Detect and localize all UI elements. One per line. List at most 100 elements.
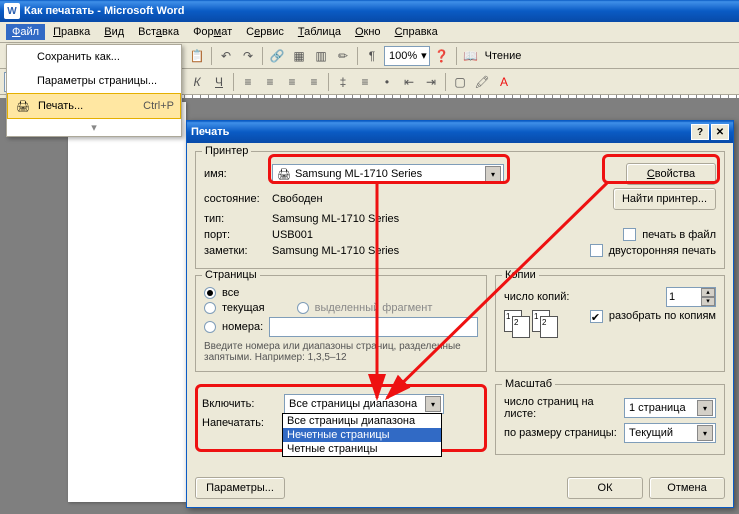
status-label: состояние:: [204, 193, 266, 205]
name-label: имя:: [204, 168, 266, 180]
pages-group: Страницы все текущая выделенный фрагмент…: [195, 275, 487, 372]
show-marks-icon[interactable]: ¶: [362, 46, 382, 66]
printer-group: Принтер имя: 🖨 Samsung ML-1710 Series ▾ …: [195, 151, 725, 269]
pages-numbers-radio[interactable]: [204, 321, 216, 333]
help-icon[interactable]: ❓: [432, 46, 452, 66]
pages-selection-radio[interactable]: [297, 302, 309, 314]
list-bullet-icon[interactable]: •: [377, 72, 397, 92]
columns-icon[interactable]: ▥: [311, 46, 331, 66]
copies-count-input[interactable]: [667, 291, 699, 303]
scale-group: Масштаб число страниц на листе: 1 страни…: [495, 384, 725, 455]
pages-per-sheet-dropdown[interactable]: 1 страница ▾: [624, 398, 716, 418]
duplex-checkbox[interactable]: [590, 244, 603, 257]
copies-count-spin[interactable]: ▴▾: [666, 287, 716, 307]
justify-icon[interactable]: ≡: [304, 72, 324, 92]
italic-icon[interactable]: К: [187, 72, 207, 92]
reading-label[interactable]: Чтение: [485, 50, 522, 62]
include-opt-odd[interactable]: Нечетные страницы: [283, 428, 441, 442]
pages-all-radio[interactable]: [204, 287, 216, 299]
zoom-combo[interactable]: 100%▾: [384, 46, 430, 66]
menu-edit[interactable]: Правка: [47, 24, 96, 40]
include-opt-all[interactable]: Все страницы диапазона: [283, 414, 441, 428]
print-to-file-checkbox[interactable]: [623, 228, 636, 241]
line-spacing-icon[interactable]: ‡: [333, 72, 353, 92]
pages-numbers-label: номера:: [222, 321, 263, 333]
print-to-file-label: печать в файл: [642, 229, 716, 241]
help-button[interactable]: ?: [691, 124, 709, 140]
copies-group: Копии число копий: ▴▾ 1 2 1 2: [495, 275, 725, 372]
menu-file[interactable]: Файл: [6, 24, 45, 40]
print-shortcut: Ctrl+P: [143, 100, 174, 112]
port-label: порт:: [204, 229, 266, 241]
dialog-titlebar: Печать ? ✕: [187, 121, 733, 143]
properties-button[interactable]: Свойства: [626, 163, 716, 185]
borders-icon[interactable]: ▢: [450, 72, 470, 92]
pages-numbers-input[interactable]: [269, 317, 478, 337]
reading-icon[interactable]: 📖: [461, 46, 481, 66]
menu-help[interactable]: Справка: [389, 24, 444, 40]
find-printer-button[interactable]: Найти принтер...: [613, 188, 716, 210]
print-what-label: Напечатать:: [202, 417, 278, 429]
print-menu-icon: 🖨: [14, 98, 32, 114]
fit-to-dropdown[interactable]: Текущий ▾: [624, 423, 716, 443]
spin-down-icon[interactable]: ▾: [701, 297, 715, 306]
menu-insert[interactable]: Вставка: [132, 24, 185, 40]
include-label: Включить:: [202, 398, 278, 410]
outdent-icon[interactable]: ⇤: [399, 72, 419, 92]
port-value: USB001: [272, 229, 313, 241]
indent-icon[interactable]: ⇥: [421, 72, 441, 92]
pages-current-label: текущая: [222, 302, 265, 314]
cancel-button[interactable]: Отмена: [649, 477, 725, 499]
app-title: Как печатать - Microsoft Word: [24, 5, 184, 17]
save-as-icon: [13, 49, 31, 65]
menu-print[interactable]: 🖨 Печать... Ctrl+P: [7, 93, 181, 119]
menu-page-setup[interactable]: Параметры страницы...: [7, 69, 181, 93]
spin-up-icon[interactable]: ▴: [701, 288, 715, 297]
menu-view[interactable]: Вид: [98, 24, 130, 40]
include-dropdown-list: Все страницы диапазона Нечетные страницы…: [282, 413, 442, 457]
collate-label: разобрать по копиям: [609, 310, 716, 322]
align-center-icon[interactable]: ≡: [260, 72, 280, 92]
document-page: [68, 102, 186, 502]
align-left-icon[interactable]: ≡: [238, 72, 258, 92]
close-button[interactable]: ✕: [711, 124, 729, 140]
drawing-icon[interactable]: ✏: [333, 46, 353, 66]
chevron-down-icon: ▾: [485, 166, 501, 182]
redo-icon[interactable]: ↷: [238, 46, 258, 66]
comment-value: Samsung ML-1710 Series: [272, 245, 399, 257]
fit-to-label: по размеру страницы:: [504, 427, 618, 439]
underline-icon[interactable]: Ч: [209, 72, 229, 92]
menu-window[interactable]: Окно: [349, 24, 387, 40]
menu-format[interactable]: Формат: [187, 24, 238, 40]
copies-legend: Копии: [502, 269, 539, 281]
printer-name-dropdown[interactable]: 🖨 Samsung ML-1710 Series ▾: [272, 164, 504, 184]
menubar: Файл Правка Вид Вставка Формат Сервис Та…: [0, 22, 739, 43]
table-icon[interactable]: ▦: [289, 46, 309, 66]
link-icon[interactable]: 🔗: [267, 46, 287, 66]
ok-button[interactable]: ОК: [567, 477, 643, 499]
page-setup-icon: [13, 73, 31, 89]
pages-all-label: все: [222, 287, 239, 299]
menu-tools[interactable]: Сервис: [240, 24, 290, 40]
collate-checkbox[interactable]: ✔: [590, 310, 603, 323]
collate-graphic: 1 2 1 2: [504, 310, 564, 350]
params-button[interactable]: Параметры...: [195, 477, 285, 499]
highlight-icon[interactable]: 🖍: [472, 72, 492, 92]
file-menu-dropdown: Сохранить как... Параметры страницы... 🖨…: [6, 44, 182, 137]
menu-save-as[interactable]: Сохранить как...: [7, 45, 181, 69]
list-num-icon[interactable]: ≡: [355, 72, 375, 92]
menu-expand[interactable]: ▾: [7, 119, 181, 136]
paste-icon[interactable]: 📋: [187, 46, 207, 66]
include-dropdown[interactable]: Все страницы диапазона ▾: [284, 394, 444, 414]
pages-legend: Страницы: [202, 269, 260, 281]
menu-table[interactable]: Таблица: [292, 24, 347, 40]
pages-per-sheet-label: число страниц на листе:: [504, 396, 618, 420]
chevron-down-icon: ▾: [697, 400, 713, 416]
type-value: Samsung ML-1710 Series: [272, 213, 399, 225]
undo-icon[interactable]: ↶: [216, 46, 236, 66]
pages-current-radio[interactable]: [204, 302, 216, 314]
font-color-icon[interactable]: A: [494, 72, 514, 92]
include-opt-even[interactable]: Четные страницы: [283, 442, 441, 456]
status-value: Свободен: [272, 193, 323, 205]
align-right-icon[interactable]: ≡: [282, 72, 302, 92]
